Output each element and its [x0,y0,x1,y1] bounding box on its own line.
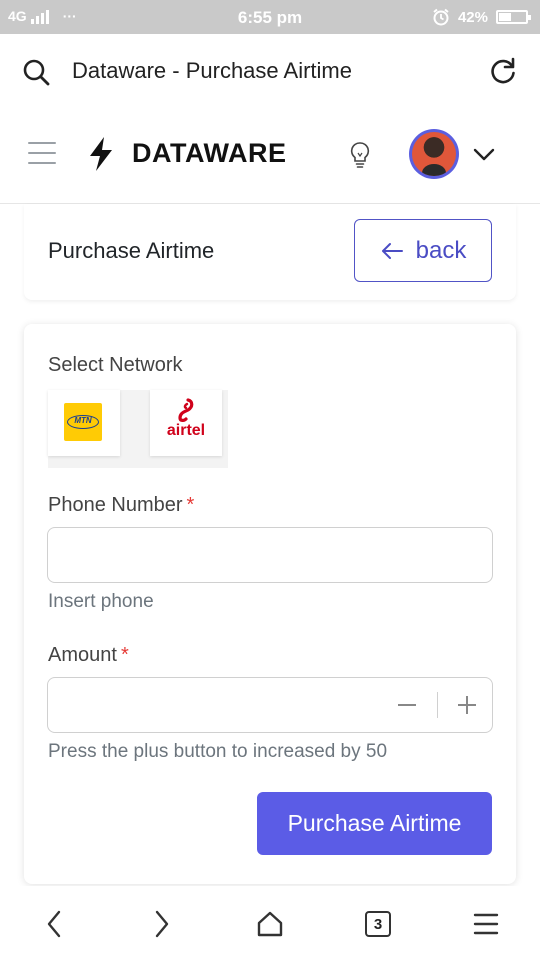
avatar-image [412,132,456,176]
back-button-label: back [415,236,467,264]
mtn-logo-icon: MTN [64,403,102,441]
phone-hint: Insert phone [48,591,154,612]
mtn-logo-text: MTN [74,416,92,425]
tabs-button[interactable]: 3 [360,906,396,942]
amount-label: Amount * [48,644,129,667]
page-title-card: Purchase Airtime back [24,204,516,300]
required-mark: * [120,644,129,666]
brand-name[interactable]: DATAWARE [132,138,287,169]
airtel-logo-icon [178,398,194,422]
network-option-mtn[interactable]: MTN [48,390,120,456]
battery-icon [496,10,531,24]
battery-percent: 42% [457,8,488,26]
nav-back-icon[interactable] [36,906,72,942]
arrow-left-icon [381,242,403,259]
phone-input[interactable] [47,527,493,583]
page-title: Purchase Airtime [48,238,215,263]
phone-label-text: Phone Number [48,494,183,516]
browser-address-bar: Dataware - Purchase Airtime [0,34,540,106]
battery-fill [499,13,511,21]
browser-page-title[interactable]: Dataware - Purchase Airtime [72,58,352,84]
phone-label: Phone Number * [48,494,194,517]
home-icon[interactable] [252,906,288,942]
required-mark: * [186,494,195,516]
lightbulb-icon[interactable] [346,140,374,170]
back-button[interactable]: back [354,219,492,282]
decrement-button[interactable] [382,678,436,731]
network-selector: MTN airtel [48,390,228,468]
menu-lines-icon[interactable] [468,906,504,942]
avatar[interactable] [409,129,459,179]
increment-button[interactable] [438,678,492,731]
airtel-logo-text: airtel [166,422,206,439]
purchase-airtime-button[interactable]: Purchase Airtime [257,792,492,855]
browser-bottom-nav: 3 [0,886,540,960]
amount-stepper[interactable] [47,677,493,733]
stepper-controls [382,678,492,731]
alarm-icon [433,8,449,26]
nav-forward-icon[interactable] [144,906,180,942]
status-bar: 4G ··· 6:55 pm 42% [0,0,540,34]
tabs-count: 3 [365,911,391,937]
app-header: DATAWARE [0,106,540,204]
amount-label-text: Amount [48,644,117,666]
reload-icon[interactable] [488,56,518,86]
chevron-down-icon[interactable] [472,144,496,164]
status-right: 42% [432,8,531,26]
network-option-airtel[interactable]: airtel [150,390,222,456]
search-icon[interactable] [22,58,50,86]
airtime-form: Select Network MTN airtel Phone Number * … [24,324,516,884]
menu-icon[interactable] [28,142,56,164]
network-label: Select Network [48,354,183,376]
amount-hint: Press the plus button to increased by 50 [48,741,388,762]
bolt-logo-icon [90,137,112,171]
